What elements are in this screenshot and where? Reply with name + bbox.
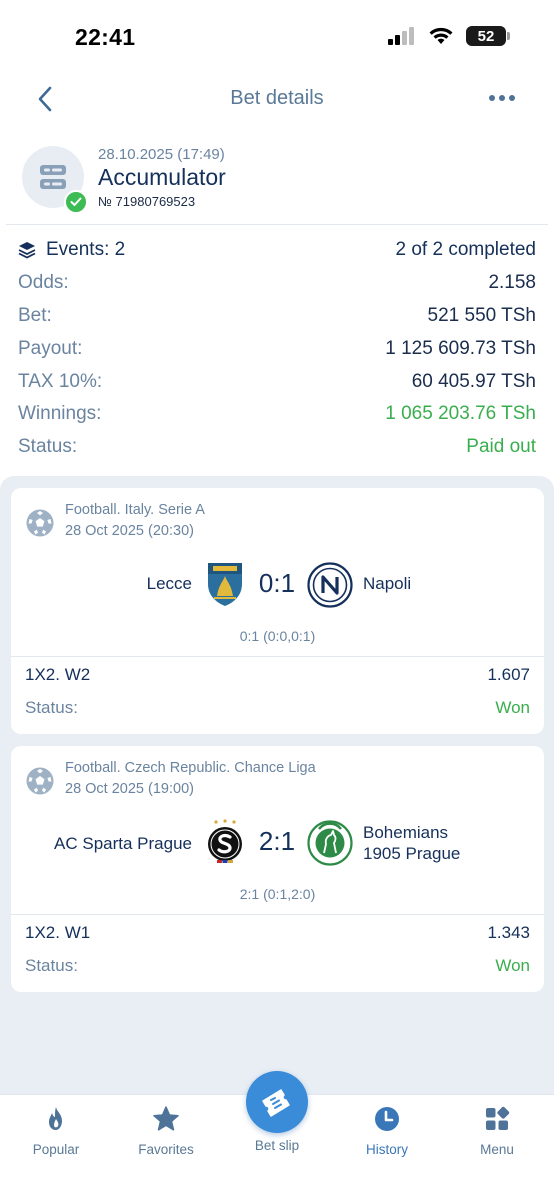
tab-label: History [365,1142,408,1157]
ticket-icon [262,1089,290,1117]
score: 0:1 [258,568,296,598]
star-icon [153,1106,179,1131]
grid-icon [486,1106,510,1130]
lecce-logo-icon [208,563,242,606]
header: Bet details [0,70,554,126]
score-detail: 0:1 (0:0,0:1) [239,628,316,644]
summary-row-odds: Odds: 2.158 [18,267,536,300]
score-detail: 2:1 (0:1,2:0) [239,886,316,902]
matchup: Lecce 0:1 Napoli [11,558,544,612]
dot-icon [489,95,495,101]
summary-row-payout: Payout: 1 125 609.73 TSh [18,332,536,365]
payout-value: 1 125 609.73 TSh [385,337,536,359]
event-league: Football. Czech Republic. Chance Liga [65,760,316,776]
away-team-line1: Bohemians [363,823,449,842]
tax-value: 60 405.97 TSh [411,370,536,392]
status-value: Paid out [466,436,536,458]
bet-summary: Events: 2 2 of 2 completed Odds: 2.158 B… [18,234,536,464]
summary-row-bet: Bet: 521 550 TSh [18,300,536,333]
home-team: AC Sparta Prague [54,834,192,853]
bet-slip-label: Bet slip [254,1138,300,1153]
tax-label: TAX 10%: [18,370,103,392]
summary-row-tax: TAX 10%: 60 405.97 TSh [18,365,536,398]
bet-header: 28.10.2025 (17:49) Accumulator № 7198076… [0,140,554,224]
event-status-label: Status: [25,698,78,717]
bet-date: 28.10.2025 (17:49) [98,146,225,163]
event-league: Football. Italy. Serie A [65,502,205,518]
odds-value: 2.158 [488,272,536,294]
football-icon [26,509,54,537]
away-team: Napoli [363,574,412,593]
tab-popular[interactable]: Popular [6,1105,106,1157]
events-value: 2 of 2 completed [395,239,536,261]
events-label: Events: 2 [46,239,126,261]
check-icon [64,190,88,214]
tab-favorites[interactable]: Favorites [116,1105,216,1157]
odd-value: 1.343 [487,923,530,942]
event-card[interactable]: Football. Italy. Serie A 28 Oct 2025 (20… [11,488,544,734]
home-team: Lecce [146,574,192,593]
bet-slip-button[interactable] [246,1071,308,1133]
matchup: AC Sparta Prague 2:1 Bohemians 1905 Prag… [11,816,544,870]
layers-icon [18,242,36,259]
away-team-line2: 1905 Prague [363,844,461,863]
event-status-label: Status: [25,956,78,975]
bet-label: Bet: [18,304,52,326]
event-date: 28 Oct 2025 (19:00) [65,781,194,797]
clock-icon [375,1107,399,1131]
summary-row-status: Status: Paid out [18,431,536,464]
wifi-icon [429,27,453,44]
status-time: 22:41 [75,24,136,50]
tab-history[interactable]: History [337,1105,437,1157]
tab-label: Popular [32,1142,80,1157]
bet-value: 521 550 TSh [427,304,536,326]
status-icons: 52 [388,26,510,46]
dot-icon [509,95,515,101]
divider [6,224,548,225]
market: 1X2. W1 [25,923,91,942]
summary-row-events: Events: 2 2 of 2 completed [18,234,536,267]
payout-label: Payout: [18,337,83,359]
bohemians-logo-icon [307,820,353,866]
battery-icon: 52 [466,26,510,46]
market: 1X2. W2 [25,665,91,684]
bet-type: Accumulator [98,164,226,190]
napoli-logo-icon [307,562,353,608]
summary-row-winnings: Winnings: 1 065 203.76 TSh [18,398,536,431]
more-options-button[interactable] [484,84,520,112]
tab-label: Favorites [138,1142,194,1157]
odd-value: 1.607 [487,665,530,684]
football-icon [26,767,54,795]
status-bar: 22:41 52 [0,0,554,70]
event-card[interactable]: Football. Czech Republic. Chance Liga 28… [11,746,544,992]
tab-menu[interactable]: Menu [447,1105,547,1157]
event-date: 28 Oct 2025 (20:30) [65,523,194,539]
status-label: Status: [18,436,78,458]
signal-icon [388,27,414,45]
winnings-value: 1 065 203.76 TSh [385,403,536,425]
bet-number: № 71980769523 [98,194,196,209]
flame-icon [49,1107,62,1130]
tab-bar: Popular Favorites Bet slip History Menu [0,1071,554,1200]
away-team: Bohemians 1905 Prague [363,822,460,864]
page-title: Bet details [230,87,324,109]
score: 2:1 [258,826,296,856]
divider [11,656,544,657]
event-status-value: Won [495,698,530,717]
sparta-logo-icon [208,819,242,863]
tab-label: Menu [480,1142,514,1157]
odds-label: Odds: [18,272,69,294]
dot-icon [499,95,505,101]
divider [11,914,544,915]
winnings-label: Winnings: [18,403,102,425]
event-status-value: Won [495,956,530,975]
